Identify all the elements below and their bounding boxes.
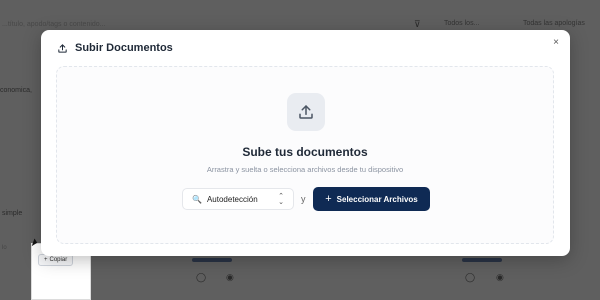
dialog-header: Subir Documentos [57, 42, 173, 54]
language-select-value: Autodetección [206, 194, 258, 204]
language-select[interactable]: 🔍 Autodetección ⌃ ⌄ [182, 188, 294, 210]
chevron-updown-icon: ⌃ ⌄ [278, 193, 284, 206]
search-icon: 🔍 [192, 194, 202, 204]
upload-icon [58, 43, 67, 53]
separator-text: y [301, 194, 306, 204]
dropzone-subtitle: Arrastra y suelta o selecciona archivos … [206, 165, 404, 174]
upload-controls: 🔍 Autodetección ⌃ ⌄ y + Seleccionar Archi… [182, 187, 432, 211]
copy-button-label: Copiar [49, 257, 68, 263]
close-icon[interactable]: × [553, 37, 559, 48]
select-files-button[interactable]: + Seleccionar Archivos [313, 187, 430, 211]
select-files-label: Seleccionar Archivos [336, 194, 418, 204]
plus-icon: + [44, 257, 48, 263]
dropzone-title: Sube tus documentos [242, 145, 368, 159]
upload-dialog: Subir Documentos × Sube tus documentos A… [41, 30, 570, 256]
upload-icon-container [287, 93, 325, 131]
dropzone[interactable]: Sube tus documentos Arrastra y suelta o … [56, 66, 554, 244]
dialog-title: Subir Documentos [75, 42, 173, 54]
upload-icon [299, 105, 313, 119]
plus-icon: + [325, 193, 332, 205]
